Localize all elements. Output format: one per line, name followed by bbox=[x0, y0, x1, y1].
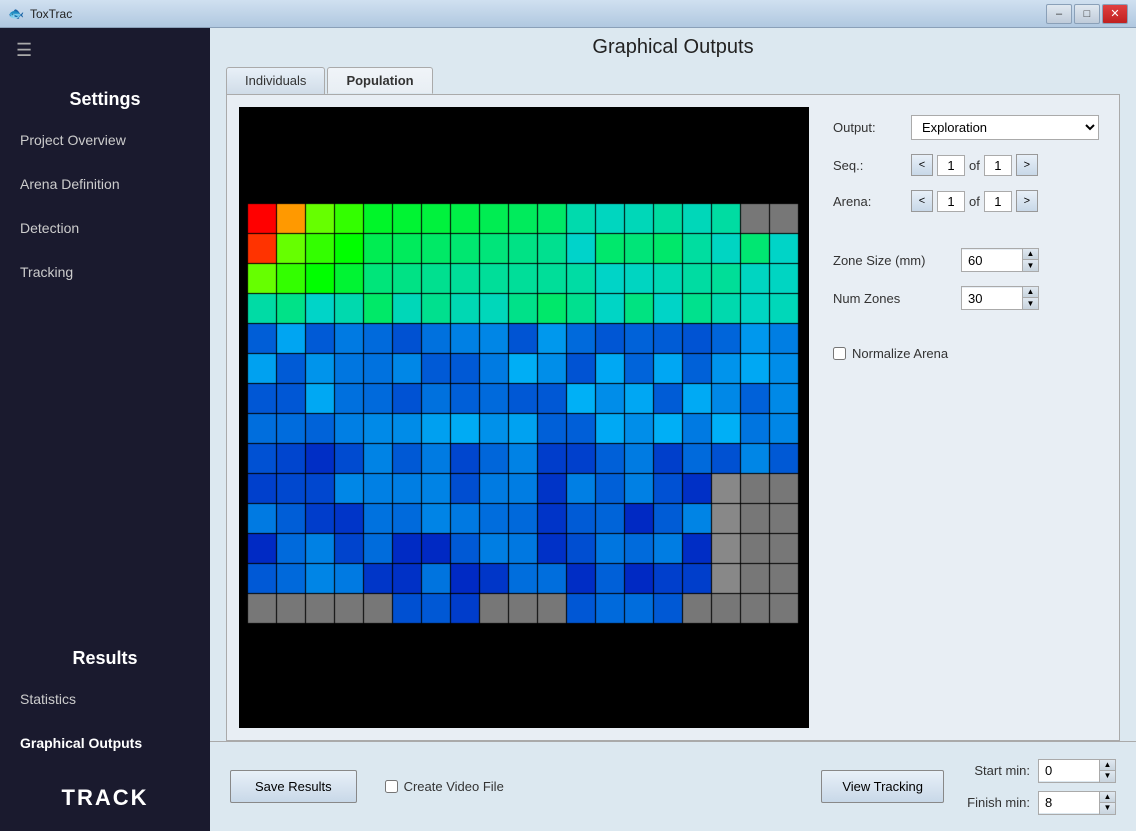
seq-label: Seq.: bbox=[833, 158, 903, 173]
arena-current: 1 bbox=[937, 191, 965, 212]
start-min-control: ▲ ▼ bbox=[1038, 759, 1116, 783]
sidebar-item-arena-definition[interactable]: Arena Definition bbox=[0, 162, 210, 206]
settings-header: Settings bbox=[0, 73, 210, 118]
output-label: Output: bbox=[833, 120, 903, 135]
num-zones-spinner-buttons: ▲ ▼ bbox=[1022, 287, 1038, 309]
tab-population[interactable]: Population bbox=[327, 67, 432, 94]
seq-of: of bbox=[969, 158, 980, 173]
finish-min-label: Finish min: bbox=[960, 795, 1030, 810]
close-button[interactable]: ✕ bbox=[1102, 4, 1128, 24]
start-min-up[interactable]: ▲ bbox=[1099, 760, 1115, 771]
create-video-checkbox[interactable] bbox=[385, 780, 398, 793]
tabs-row: Individuals Population bbox=[210, 67, 1136, 94]
menu-icon[interactable]: ☰ bbox=[0, 28, 210, 73]
seq-next-button[interactable]: > bbox=[1016, 154, 1038, 176]
finish-min-spinner-buttons: ▲ ▼ bbox=[1099, 792, 1115, 814]
normalize-arena-row: Normalize Arena bbox=[833, 346, 1099, 361]
start-min-input[interactable] bbox=[1039, 760, 1099, 781]
main-content: Graphical Outputs Individuals Population… bbox=[210, 28, 1136, 831]
sidebar-item-detection[interactable]: Detection bbox=[0, 206, 210, 250]
sidebar-item-graphical-outputs[interactable]: Graphical Outputs bbox=[0, 721, 210, 765]
bottom-left-extras: Create Video File bbox=[385, 779, 504, 794]
results-header: Results bbox=[0, 632, 210, 677]
finish-min-row: Finish min: ▲ ▼ bbox=[960, 791, 1116, 815]
page-title: Graphical Outputs bbox=[592, 36, 753, 59]
zone-size-label: Zone Size (mm) bbox=[833, 253, 953, 268]
controls-panel: Output: Exploration Heatmap Trajectory S… bbox=[825, 107, 1107, 728]
normalize-arena-checkbox[interactable] bbox=[833, 347, 846, 360]
start-min-down[interactable]: ▼ bbox=[1099, 771, 1115, 782]
arena-nav: < 1 of 1 > bbox=[911, 190, 1038, 212]
finish-min-control: ▲ ▼ bbox=[1038, 791, 1116, 815]
sidebar-item-statistics[interactable]: Statistics bbox=[0, 677, 210, 721]
num-zones-row: Num Zones ▲ ▼ bbox=[833, 286, 1099, 310]
sidebar-item-project-overview[interactable]: Project Overview bbox=[0, 118, 210, 162]
tabs-and-content: Individuals Population Output: Explorati… bbox=[210, 67, 1136, 741]
arena-total: 1 bbox=[984, 191, 1012, 212]
app-title: ToxTrac bbox=[30, 7, 1046, 21]
normalize-arena-label: Normalize Arena bbox=[852, 346, 948, 361]
heatmap-container bbox=[239, 107, 809, 728]
titlebar: 🐟 ToxTrac – □ ✕ bbox=[0, 0, 1136, 28]
seq-total: 1 bbox=[984, 155, 1012, 176]
output-row: Output: Exploration Heatmap Trajectory bbox=[833, 115, 1099, 140]
start-min-label: Start min: bbox=[960, 763, 1030, 778]
zone-size-control: ▲ ▼ bbox=[961, 248, 1039, 272]
seq-row: Seq.: < 1 of 1 > bbox=[833, 154, 1099, 176]
zone-size-spinner-buttons: ▲ ▼ bbox=[1022, 249, 1038, 271]
num-zones-down[interactable]: ▼ bbox=[1022, 298, 1038, 309]
main-header: Graphical Outputs bbox=[210, 28, 1136, 67]
bottom-right: View Tracking Start min: ▲ ▼ Fi bbox=[821, 759, 1116, 815]
seq-nav: < 1 of 1 > bbox=[911, 154, 1038, 176]
arena-next-button[interactable]: > bbox=[1016, 190, 1038, 212]
zone-size-row: Zone Size (mm) ▲ ▼ bbox=[833, 248, 1099, 272]
seq-prev-button[interactable]: < bbox=[911, 154, 933, 176]
sidebar: ☰ Settings Project Overview Arena Defini… bbox=[0, 28, 210, 831]
app-icon: 🐟 bbox=[8, 6, 24, 22]
heatmap-canvas bbox=[247, 203, 802, 633]
arena-of: of bbox=[969, 194, 980, 209]
window-controls: – □ ✕ bbox=[1046, 4, 1128, 24]
arena-row: Arena: < 1 of 1 > bbox=[833, 190, 1099, 212]
zone-size-input[interactable] bbox=[962, 250, 1022, 271]
num-zones-control: ▲ ▼ bbox=[961, 286, 1039, 310]
minimize-button[interactable]: – bbox=[1046, 4, 1072, 24]
num-zones-up[interactable]: ▲ bbox=[1022, 287, 1038, 298]
output-dropdown[interactable]: Exploration Heatmap Trajectory bbox=[911, 115, 1099, 140]
create-video-label: Create Video File bbox=[404, 779, 504, 794]
zone-size-up[interactable]: ▲ bbox=[1022, 249, 1038, 260]
num-zones-label: Num Zones bbox=[833, 291, 953, 306]
maximize-button[interactable]: □ bbox=[1074, 4, 1100, 24]
arena-label: Arena: bbox=[833, 194, 903, 209]
save-results-button[interactable]: Save Results bbox=[230, 770, 357, 803]
app-body: ☰ Settings Project Overview Arena Defini… bbox=[0, 28, 1136, 831]
zone-size-down[interactable]: ▼ bbox=[1022, 260, 1038, 271]
sidebar-item-tracking[interactable]: Tracking bbox=[0, 250, 210, 294]
content-panel: Output: Exploration Heatmap Trajectory S… bbox=[226, 94, 1120, 741]
finish-min-down[interactable]: ▼ bbox=[1099, 803, 1115, 814]
start-min-row: Start min: ▲ ▼ bbox=[960, 759, 1116, 783]
create-video-row: Create Video File bbox=[385, 779, 504, 794]
view-tracking-button[interactable]: View Tracking bbox=[821, 770, 944, 803]
finish-min-input[interactable] bbox=[1039, 792, 1099, 813]
seq-current: 1 bbox=[937, 155, 965, 176]
finish-min-up[interactable]: ▲ bbox=[1099, 792, 1115, 803]
start-min-spinner-buttons: ▲ ▼ bbox=[1099, 760, 1115, 782]
tab-individuals[interactable]: Individuals bbox=[226, 67, 325, 94]
panel-inner: Output: Exploration Heatmap Trajectory S… bbox=[227, 95, 1119, 740]
arena-prev-button[interactable]: < bbox=[911, 190, 933, 212]
bottom-bar: Save Results Create Video File View Trac… bbox=[210, 741, 1136, 831]
bottom-right-inputs: Start min: ▲ ▼ Finish min: bbox=[960, 759, 1116, 815]
track-button[interactable]: TRACK bbox=[0, 765, 210, 831]
num-zones-input[interactable] bbox=[962, 288, 1022, 309]
